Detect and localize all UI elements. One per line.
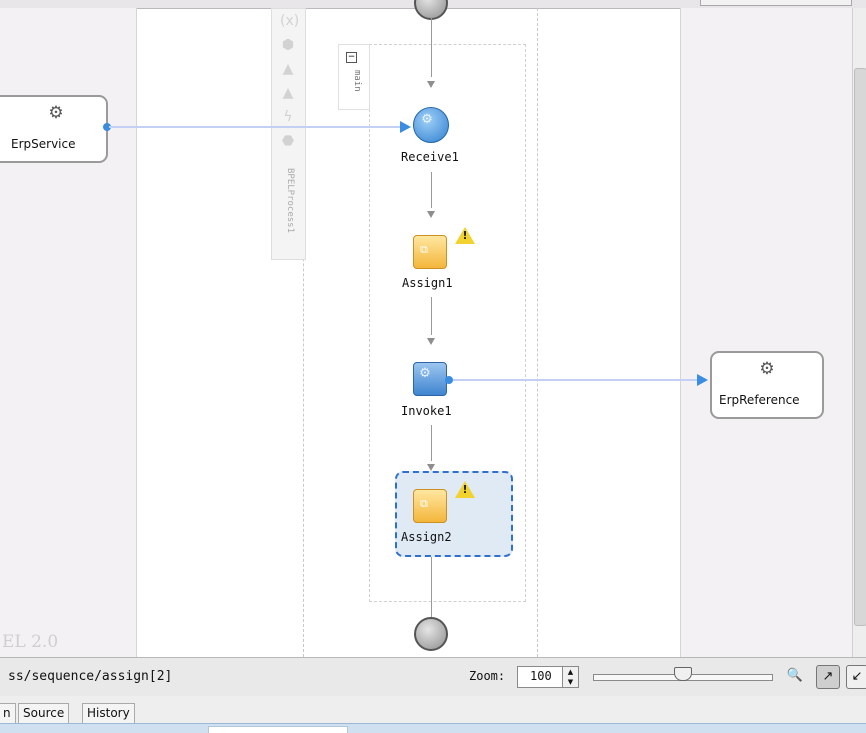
warning-mark: ! xyxy=(462,229,468,242)
partner-link-icon[interactable]: ⬢ xyxy=(280,37,296,53)
scrollbar-thumb[interactable] xyxy=(854,68,866,626)
zoom-value: 100 xyxy=(530,669,552,683)
receive1-label: Receive1 xyxy=(401,150,459,164)
assign2-activity[interactable]: ⧉ xyxy=(413,489,447,523)
pan-icon[interactable]: ↙ xyxy=(846,665,866,689)
warning-icon[interactable]: ▲ xyxy=(280,85,296,101)
flow-arrow xyxy=(427,81,435,88)
erp-service-label: ErpService xyxy=(11,137,76,151)
flow-line xyxy=(431,17,432,77)
zoom-spinner[interactable]: ▲ ▼ xyxy=(562,666,579,688)
warning-icon[interactable]: ▲ xyxy=(280,61,296,77)
process-end-node[interactable] xyxy=(414,617,448,651)
erp-service-component[interactable]: ⚙ ErpService xyxy=(0,95,108,163)
receive-connector-arrow xyxy=(400,121,411,133)
invoke-connector-line[interactable] xyxy=(453,379,699,381)
tab-history[interactable]: History xyxy=(82,703,135,724)
gear-icon: ⚙ xyxy=(48,103,64,123)
invoke1-label: Invoke1 xyxy=(401,404,452,418)
flow-arrow xyxy=(427,338,435,345)
erp-reference-component[interactable]: ⚙ ErpReference xyxy=(710,351,824,419)
invoke-connector-arrow xyxy=(697,374,708,386)
erp-reference-label: ErpReference xyxy=(719,393,800,407)
invoke-port-dot[interactable] xyxy=(445,376,453,384)
tab-design[interactable]: n xyxy=(0,703,16,724)
tab-source[interactable]: Source xyxy=(18,703,70,724)
warning-mark: ! xyxy=(462,483,468,496)
selection-xpath: ss/sequence/assign[2] xyxy=(8,669,173,684)
bpel-version-watermark: EL 2.0 xyxy=(2,632,59,652)
zoom-in-icon[interactable]: 🔍 xyxy=(784,665,806,687)
flow-line xyxy=(431,297,432,335)
flow-arrow xyxy=(427,211,435,218)
top-strip-box xyxy=(700,0,852,6)
invoke1-activity[interactable]: ⚙ xyxy=(413,362,447,396)
gear-icon: ⚙ xyxy=(759,359,775,379)
gear-icon: ⚙ xyxy=(419,366,431,381)
main-scope-label: main xyxy=(352,70,362,92)
assign-icon: ⧉ xyxy=(420,497,428,510)
gear-icon: ⚙ xyxy=(421,112,433,127)
process-name-label: BPELProcess1 xyxy=(285,168,295,234)
zoom-slider-thumb[interactable] xyxy=(674,667,692,681)
process-boundary-right xyxy=(537,8,538,657)
receive-connector-line[interactable] xyxy=(109,126,404,128)
assign-icon: ⧉ xyxy=(420,243,428,256)
flow-line xyxy=(431,172,432,208)
external-references-lane xyxy=(680,8,866,657)
receive1-activity[interactable]: ⚙ xyxy=(413,107,449,143)
flow-arrow xyxy=(427,464,435,471)
assign1-activity[interactable]: ⧉ xyxy=(413,235,447,269)
collapse-scope-button[interactable]: − xyxy=(346,52,357,63)
assign2-label: Assign2 xyxy=(401,530,452,544)
variable-icon[interactable]: (x) xyxy=(280,13,299,29)
bpel-design-canvas[interactable]: − main (x) ⬢ ▲ ▲ ϟ ⬣ BPELProcess1 ⚙ ErpS… xyxy=(0,0,866,657)
event-icon[interactable]: ϟ xyxy=(280,109,296,125)
assign1-label: Assign1 xyxy=(402,276,453,290)
zoom-label: Zoom: xyxy=(469,669,506,683)
flow-line xyxy=(431,425,432,461)
correlation-icon[interactable]: ⬣ xyxy=(280,133,296,149)
select-arrow-icon[interactable]: ↗ xyxy=(816,665,840,689)
flow-line xyxy=(431,553,432,619)
